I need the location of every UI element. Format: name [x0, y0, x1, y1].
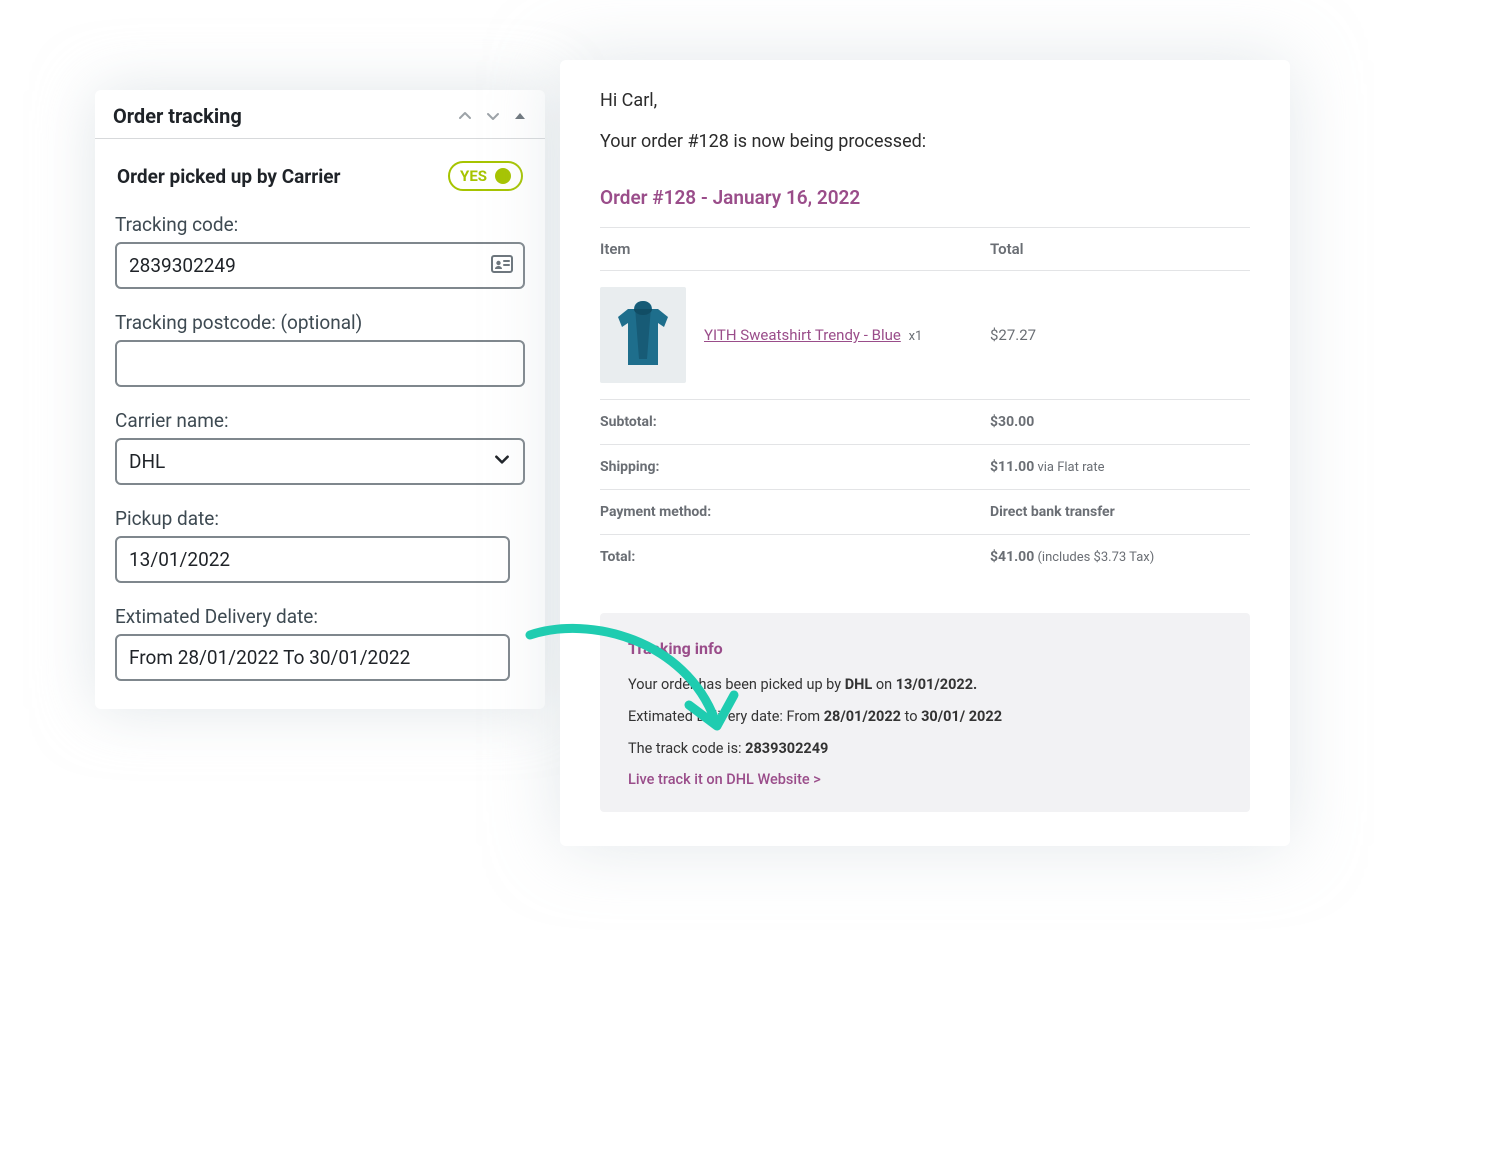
email-greeting: Hi Carl, [600, 90, 1250, 111]
payment-label: Payment method: [600, 504, 990, 520]
t3-pre: The track code is: [628, 740, 745, 757]
estimated-delivery-label: Extimated Delivery date: [115, 605, 525, 628]
t1-pre: Your order has been picked up by [628, 676, 845, 693]
live-track-link[interactable]: Live track it on DHL Website > [628, 771, 821, 788]
t2-from: 28/01/2022 [824, 708, 901, 725]
tracking-line-1: Your order has been picked up by DHL on … [628, 674, 1222, 696]
items-table-header: Item Total [600, 227, 1250, 271]
panel-header-controls [457, 108, 527, 124]
tracking-info-title: Tracking info [628, 639, 1222, 658]
total-label: Total: [600, 549, 990, 565]
pickup-date-input[interactable] [115, 536, 510, 583]
estimated-delivery-input[interactable] [115, 634, 510, 681]
collapse-up-icon[interactable] [457, 108, 473, 124]
tracking-info-box: Tracking info Your order has been picked… [600, 613, 1250, 812]
tracking-postcode-label: Tracking postcode: (optional) [115, 311, 525, 334]
th-item: Item [600, 240, 630, 258]
product-qty: x1 [909, 329, 923, 344]
t2-pre: Extimated Delivery date: From [628, 708, 824, 725]
total-row: Total: $41.00 (includes $3.73 Tax) [600, 535, 1250, 579]
tracking-code-input-wrap[interactable] [115, 242, 525, 289]
contact-card-icon [491, 255, 513, 277]
chevron-down-icon [493, 450, 511, 473]
t3-code: 2839302249 [745, 740, 828, 757]
shipping-value: $11.00 via Flat rate [990, 459, 1250, 475]
t1-mid: on [872, 676, 895, 693]
payment-value: Direct bank transfer [990, 504, 1250, 520]
payment-row: Payment method: Direct bank transfer [600, 490, 1250, 535]
th-total: Total [990, 240, 1250, 258]
picked-up-toggle[interactable]: YES [448, 161, 523, 191]
subtotal-value: $30.00 [990, 414, 1250, 430]
order-email-preview: Hi Carl, Your order #128 is now being pr… [560, 60, 1290, 846]
t1-carrier: DHL [845, 676, 873, 693]
panel-header: Order tracking [95, 90, 545, 139]
total-amount: $41.00 [990, 549, 1034, 565]
product-thumbnail [600, 287, 686, 383]
total-sub: (includes $3.73 Tax) [1034, 550, 1154, 565]
t2-mid: to [901, 708, 921, 725]
product-price: $27.27 [990, 326, 1250, 344]
table-row: YITH Sweatshirt Trendy - Blue x1 $27.27 [600, 271, 1250, 400]
shipping-amount: $11.00 [990, 459, 1034, 475]
toggle-dot-icon [495, 168, 511, 184]
carrier-select-value: DHL [129, 450, 165, 473]
total-value: $41.00 (includes $3.73 Tax) [990, 549, 1250, 565]
shipping-sub: via Flat rate [1034, 460, 1104, 475]
product-link[interactable]: YITH Sweatshirt Trendy - Blue [704, 326, 901, 344]
order-tracking-panel: Order tracking Order picked up by Carrie… [95, 90, 545, 709]
tracking-code-input[interactable] [127, 244, 491, 287]
subtotal-label: Subtotal: [600, 414, 990, 430]
collapse-down-icon[interactable] [485, 108, 501, 124]
tracking-line-2: Extimated Delivery date: From 28/01/2022… [628, 706, 1222, 728]
toggle-text: YES [460, 167, 487, 185]
tracking-code-label: Tracking code: [115, 213, 525, 236]
tracking-line-3: The track code is: 2839302249 [628, 738, 1222, 760]
subtotal-row: Subtotal: $30.00 [600, 400, 1250, 445]
tracking-postcode-input[interactable] [115, 340, 525, 387]
picked-up-row: Order picked up by Carrier YES [115, 151, 525, 213]
carrier-name-label: Carrier name: [115, 409, 525, 432]
pickup-date-label: Pickup date: [115, 507, 525, 530]
t2-to: 30/01/ 2022 [921, 708, 1002, 725]
carrier-select[interactable]: DHL [115, 438, 525, 485]
t1-date: 13/01/2022. [896, 676, 978, 693]
email-intro: Your order #128 is now being processed: [600, 131, 1250, 152]
shipping-row: Shipping: $11.00 via Flat rate [600, 445, 1250, 490]
panel-title: Order tracking [113, 104, 242, 128]
picked-up-label: Order picked up by Carrier [117, 165, 340, 188]
toggle-panel-icon[interactable] [513, 109, 527, 123]
order-heading: Order #128 - January 16, 2022 [600, 186, 1250, 209]
shipping-label: Shipping: [600, 459, 990, 475]
